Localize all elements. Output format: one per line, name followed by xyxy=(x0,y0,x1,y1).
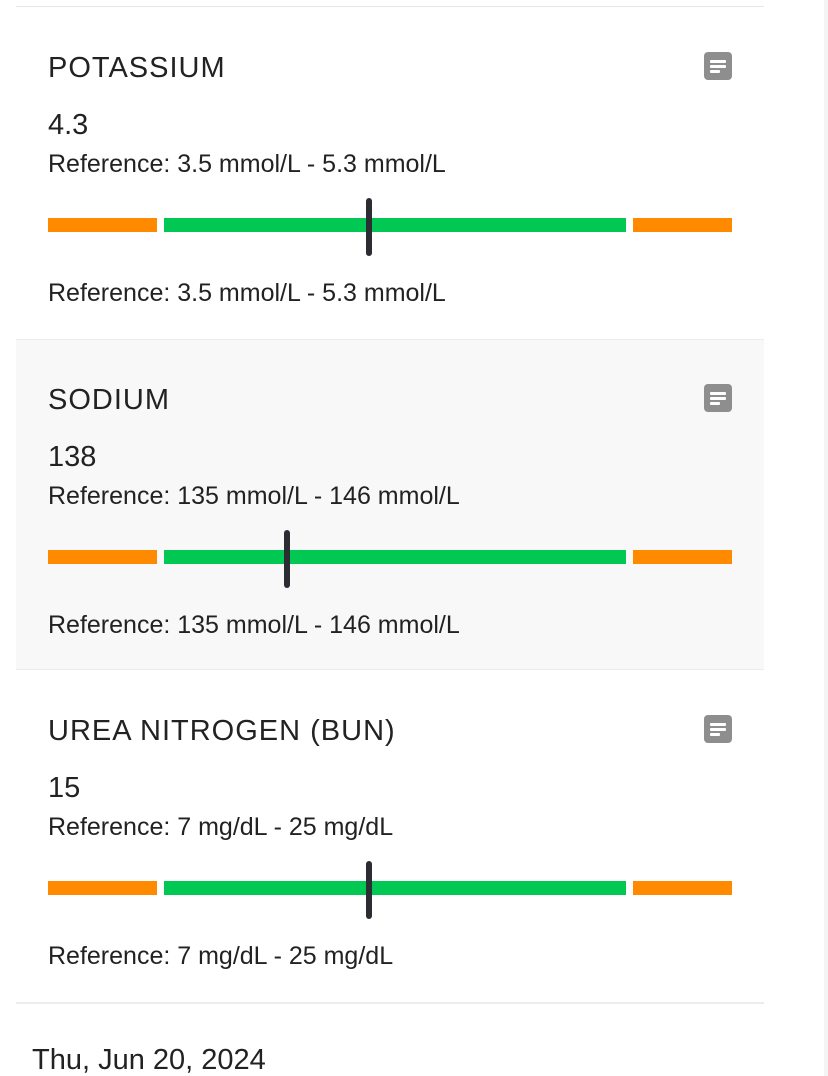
scrollbar-track[interactable] xyxy=(824,0,828,1076)
reference-range-footer: Reference: 135 mmol/L - 146 mmol/L xyxy=(48,611,460,639)
range-marker xyxy=(366,198,373,256)
lab-result-card-bun[interactable]: UREA NITROGEN (BUN) 15 Reference: 7 mg/d… xyxy=(16,671,764,1002)
result-name: UREA NITROGEN (BUN) xyxy=(48,715,396,747)
range-segment-high xyxy=(633,881,732,895)
result-value: 4.3 xyxy=(48,109,89,141)
range-bar xyxy=(48,861,732,919)
divider xyxy=(16,1002,764,1004)
range-bar xyxy=(48,198,732,256)
date-section-header: Thu, Jun 20, 2024 xyxy=(32,1044,266,1076)
range-marker xyxy=(284,530,291,588)
lab-result-card-sodium[interactable]: SODIUM 138 Reference: 135 mmol/L - 146 m… xyxy=(16,339,764,670)
range-segment-low xyxy=(48,218,157,232)
range-segment-low xyxy=(48,881,157,895)
result-name: SODIUM xyxy=(48,384,170,416)
result-name: POTASSIUM xyxy=(48,52,226,84)
result-value: 15 xyxy=(48,772,81,804)
reference-range-footer: Reference: 3.5 mmol/L - 5.3 mmol/L xyxy=(48,279,446,307)
reference-range: Reference: 3.5 mmol/L - 5.3 mmol/L xyxy=(48,150,446,178)
range-segment-normal xyxy=(164,218,626,232)
range-segment-normal xyxy=(164,550,626,564)
range-segment-low xyxy=(48,550,157,564)
notes-icon[interactable] xyxy=(704,715,732,743)
result-value: 138 xyxy=(48,441,97,473)
reference-range: Reference: 7 mg/dL - 25 mg/dL xyxy=(48,813,394,841)
reference-range-footer: Reference: 7 mg/dL - 25 mg/dL xyxy=(48,942,394,970)
lab-result-card-potassium[interactable]: POTASSIUM 4.3 Reference: 3.5 mmol/L - 5.… xyxy=(16,8,764,339)
notes-icon[interactable] xyxy=(704,384,732,412)
reference-range: Reference: 135 mmol/L - 146 mmol/L xyxy=(48,482,460,510)
range-segment-high xyxy=(633,550,732,564)
notes-icon[interactable] xyxy=(704,52,732,80)
range-segment-high xyxy=(633,218,732,232)
range-marker xyxy=(366,861,373,919)
divider xyxy=(16,6,764,7)
range-segment-normal xyxy=(164,881,626,895)
range-bar xyxy=(48,530,732,588)
lab-results-page: POTASSIUM 4.3 Reference: 3.5 mmol/L - 5.… xyxy=(0,0,828,1076)
